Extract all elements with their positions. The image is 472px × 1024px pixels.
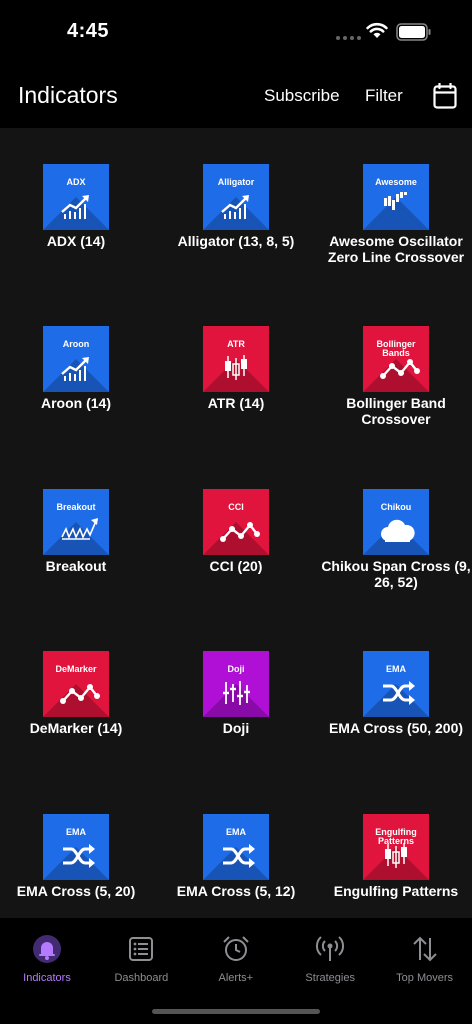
tile-label: EMA (386, 664, 406, 674)
up-down-arrows-icon (410, 936, 440, 968)
indicator-name: Doji (222, 720, 250, 736)
indicator-tile[interactable]: Breakout (43, 489, 109, 555)
status-bar: 4:45 (0, 0, 472, 64)
indicator-tile[interactable]: Bollinger Bands (363, 326, 429, 392)
tile-label: Chikou (380, 502, 412, 512)
indicator-name: Alligator (13, 8, 5) (177, 233, 295, 249)
indicator-name: EMA Cross (5, 20) (16, 883, 136, 899)
tab-top-movers[interactable]: Top Movers (378, 934, 472, 984)
indicator-name: EMA Cross (50, 200) (328, 720, 464, 736)
home-indicator (152, 1009, 320, 1014)
indicator-tile[interactable]: ATR (203, 326, 269, 392)
indicator-tile[interactable]: ADX (43, 164, 109, 230)
wifi-icon (366, 22, 388, 38)
indicator-tile[interactable]: CCI (203, 489, 269, 555)
tab-strategies[interactable]: Strategies (283, 934, 377, 984)
battery-icon (396, 23, 431, 41)
indicator-tile[interactable]: Engulfing Patterns (363, 814, 429, 880)
tile-label: Aroon (62, 339, 90, 349)
tile-label: CCI (228, 502, 244, 512)
indicator-tile[interactable]: Awesome (363, 164, 429, 230)
indicator-tile[interactable]: Aroon (43, 326, 109, 392)
calendar-icon[interactable] (433, 83, 457, 109)
tile-label: Breakout (56, 502, 96, 512)
tab-dashboard[interactable]: Dashboard (94, 934, 188, 984)
list-icon (126, 937, 156, 968)
indicator-name: ATR (14) (207, 395, 265, 411)
tile-label: Alligator (217, 177, 255, 187)
indicator-tile[interactable]: EMA (203, 814, 269, 880)
indicator-tile[interactable]: Alligator (203, 164, 269, 230)
filter-button[interactable]: Filter (365, 86, 403, 106)
tab-alerts[interactable]: Alerts+ (189, 934, 283, 984)
indicator-grid: ADX ADX (14) Alligator Alligator (13, 8, 5)… (0, 128, 472, 918)
tile-label: ATR (227, 339, 245, 349)
indicator-name: EMA Cross (5, 12) (176, 883, 296, 899)
indicator-tile[interactable]: Chikou (363, 489, 429, 555)
indicator-name: Awesome Oscillator Zero Line Crossover (327, 233, 465, 265)
tab-label: Alerts+ (218, 972, 254, 984)
indicator-name: Aroon (14) (41, 395, 111, 411)
tab-indicators[interactable]: Indicators (0, 934, 94, 984)
tile-label: EMA (226, 827, 246, 837)
tile-label: DeMarker (55, 664, 97, 674)
tile-label: Awesome (375, 177, 417, 187)
indicator-tile[interactable]: Doji (203, 651, 269, 717)
top-navigation-bar: Indicators Subscribe Filter (0, 64, 472, 128)
alarm-clock-icon (221, 936, 251, 968)
indicator-name: Bollinger Band Crossover (346, 395, 446, 427)
tab-label: Indicators (23, 972, 71, 984)
tab-label: Strategies (305, 972, 355, 984)
indicator-name: Chikou Span Cross (9, 26, 52) (321, 558, 471, 590)
indicator-name: Breakout (45, 558, 107, 574)
status-time: 4:45 (67, 20, 110, 42)
page-title: Indicators (18, 82, 118, 108)
tile-label: Doji (227, 664, 245, 674)
broadcast-icon (315, 936, 345, 968)
indicator-name: CCI (20) (209, 558, 263, 574)
indicator-name: DeMarker (14) (29, 720, 123, 736)
indicator-tile[interactable]: EMA (43, 814, 109, 880)
indicator-name: ADX (14) (46, 233, 106, 249)
bell-icon (32, 935, 62, 968)
tile-label: ADX (66, 177, 86, 187)
tab-label: Dashboard (114, 972, 169, 984)
subscribe-button[interactable]: Subscribe (264, 86, 340, 106)
tab-label: Top Movers (396, 972, 454, 984)
indicator-name: Engulfing Patterns (333, 883, 459, 899)
tile-label: EMA (66, 827, 86, 837)
cellular-signal-icon (336, 36, 361, 40)
indicator-tile[interactable]: EMA (363, 651, 429, 717)
indicator-tile[interactable]: DeMarker (43, 651, 109, 717)
